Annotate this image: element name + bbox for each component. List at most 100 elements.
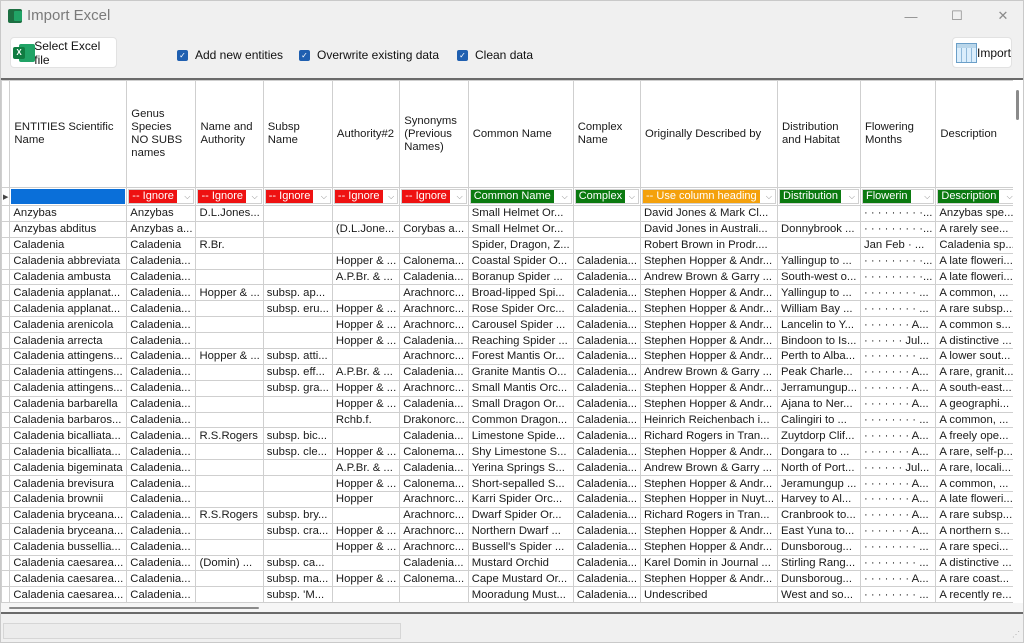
table-cell[interactable]: Stirling Rang...	[777, 554, 861, 572]
table-cell[interactable]: · · · · · · · A...	[859, 379, 937, 397]
table-cell[interactable]: Robert Brown in Prodr....	[640, 236, 778, 254]
table-cell[interactable]: Rose Spider Orc...	[467, 300, 574, 318]
table-row[interactable]: Caladenia applanat... Caladenia... subsp. …	[1, 300, 1023, 318]
table-cell[interactable]: Caladenia...	[126, 443, 197, 461]
table-cell[interactable]: Hopper & ...	[331, 570, 401, 588]
table-cell[interactable]: Caladenia...	[126, 332, 197, 350]
table-cell[interactable]	[195, 570, 264, 588]
table-cell[interactable]: Caladenia...	[399, 427, 469, 445]
table-cell[interactable]	[331, 427, 401, 445]
horizontal-scroll-thumb[interactable]	[9, 607, 259, 609]
table-cell[interactable]	[195, 443, 264, 461]
table-cell[interactable]: Caladenia brownii	[9, 491, 128, 508]
table-cell[interactable]: A rare coast...	[935, 570, 1019, 588]
table-row[interactable]: Caladenia bryceana... Caladenia... subsp. …	[1, 522, 1023, 540]
table-cell[interactable]: Caladenia...	[126, 284, 197, 302]
table-cell[interactable]: · · · · · · · · ...	[859, 586, 937, 604]
table-cell[interactable]: Hopper & ...	[195, 284, 264, 302]
table-cell[interactable]: · · · · · · Jul...	[859, 459, 937, 477]
column-mapping-dropdown[interactable]: Complex ⌵	[574, 189, 639, 204]
table-cell[interactable]: Caladenia...	[572, 538, 642, 556]
minimize-button[interactable]: —	[888, 1, 934, 31]
table-cell[interactable]: subsp. cle...	[262, 443, 333, 461]
table-cell[interactable]: Caladenia arenicola	[9, 316, 128, 334]
table-cell[interactable]: Hopper & ...	[331, 443, 401, 461]
table-cell[interactable]: A freely ope...	[935, 427, 1019, 445]
table-cell[interactable]	[262, 491, 333, 508]
table-cell[interactable]: Caladenia...	[126, 475, 197, 493]
table-cell[interactable]: Yallingup to ...	[777, 284, 861, 302]
selected-mapping-cell[interactable]	[11, 189, 126, 204]
row-header[interactable]	[1, 379, 11, 397]
table-cell[interactable]: Arachnorc...	[399, 348, 469, 365]
column-header[interactable]: Name and Authority	[195, 80, 264, 188]
table-cell[interactable]: Boranup Spider ...	[467, 268, 574, 286]
table-cell[interactable]	[262, 411, 333, 429]
table-cell[interactable]	[195, 332, 264, 350]
table-cell[interactable]: Carousel Spider ...	[467, 316, 574, 334]
table-cell[interactable]: Caladenia bicalliata...	[9, 427, 128, 445]
table-cell[interactable]: Hopper & ...	[195, 348, 264, 365]
table-cell[interactable]: Caladenia...	[126, 586, 197, 604]
row-header[interactable]	[1, 268, 11, 286]
table-cell[interactable]: Jeramungup ...	[777, 475, 861, 493]
table-cell[interactable]: A recently re...	[935, 586, 1019, 604]
row-header[interactable]	[1, 491, 11, 508]
table-cell[interactable]: Mooradung Must...	[467, 586, 574, 604]
table-cell[interactable]: Northern Dwarf ...	[467, 522, 574, 540]
table-cell[interactable]: Drakonorc...	[399, 411, 469, 429]
table-cell[interactable]: subsp. eru...	[262, 300, 333, 318]
table-cell[interactable]: Stephen Hopper & Andr...	[640, 443, 778, 461]
table-cell[interactable]: · · · · · · · A...	[859, 522, 937, 540]
table-cell[interactable]: Lancelin to Y...	[777, 316, 861, 334]
column-header[interactable]: Distribution and Habitat	[777, 80, 861, 188]
table-cell[interactable]: Caladenia...	[126, 411, 197, 429]
table-cell[interactable]: Caladenia arrecta	[9, 332, 128, 350]
table-cell[interactable]: Small Helmet Or...	[467, 205, 574, 222]
table-cell[interactable]	[777, 236, 861, 254]
table-cell[interactable]: Caladenia abbreviata	[9, 252, 128, 270]
table-cell[interactable]: Caladenia...	[572, 268, 642, 286]
table-cell[interactable]: Caladenia...	[572, 348, 642, 365]
table-cell[interactable]: Caladenia...	[572, 252, 642, 270]
table-cell[interactable]: subsp. cra...	[262, 522, 333, 540]
column-header[interactable]: Flowering Months	[859, 80, 937, 188]
table-cell[interactable]: Caladenia...	[572, 316, 642, 334]
table-cell[interactable]	[262, 252, 333, 270]
column-header[interactable]: Description	[935, 80, 1019, 188]
table-cell[interactable]: · · · · · · · · ...	[859, 538, 937, 556]
table-cell[interactable]: (Domin) ...	[195, 554, 264, 572]
table-cell[interactable]: Caladenia...	[126, 459, 197, 477]
add-new-entities-checkbox[interactable]: ✓ Add new entities	[177, 48, 283, 62]
table-cell[interactable]: Cape Mustard Or...	[467, 570, 574, 588]
table-cell[interactable]: Caladenia...	[126, 522, 197, 540]
table-cell[interactable]: · · · · · · · · ...	[859, 284, 937, 302]
column-mapping-dropdown[interactable]: Description ⌵	[937, 189, 1017, 204]
table-cell[interactable]: Stephen Hopper & Andr...	[640, 316, 778, 334]
table-cell[interactable]: Reaching Spider ...	[467, 332, 574, 350]
table-cell[interactable]: Anzybas spe...	[935, 205, 1019, 222]
table-cell[interactable]: Caladenia bigeminata	[9, 459, 128, 477]
table-cell[interactable]: Caladenia...	[399, 268, 469, 286]
table-cell[interactable]: West and so...	[777, 586, 861, 604]
row-header[interactable]	[1, 506, 11, 524]
table-cell[interactable]: Caladenia	[126, 236, 197, 254]
row-header[interactable]	[1, 236, 11, 254]
table-cell[interactable]: A geographi...	[935, 395, 1019, 413]
table-cell[interactable]	[195, 538, 264, 556]
table-cell[interactable]: · · · · · · · · ·...	[859, 252, 937, 270]
table-cell[interactable]	[262, 316, 333, 334]
table-cell[interactable]: Spider, Dragon, Z...	[467, 236, 574, 254]
table-cell[interactable]: Hopper & ...	[331, 475, 401, 493]
row-header[interactable]	[1, 220, 11, 238]
table-cell[interactable]: Karri Spider Orc...	[467, 491, 574, 508]
table-cell[interactable]: · · · · · · · · ·...	[859, 220, 937, 238]
table-cell[interactable]	[195, 522, 264, 540]
table-cell[interactable]: Caladenia bicalliata...	[9, 443, 128, 461]
table-cell[interactable]: Mustard Orchid	[467, 554, 574, 572]
table-cell[interactable]: Corybas a...	[399, 220, 469, 238]
table-cell[interactable]: Stephen Hopper & Andr...	[640, 570, 778, 588]
column-mapping-dropdown[interactable]: Distribution ⌵	[779, 189, 859, 204]
table-cell[interactable]	[195, 379, 264, 397]
table-cell[interactable]: Jan Feb · ...	[859, 236, 937, 254]
